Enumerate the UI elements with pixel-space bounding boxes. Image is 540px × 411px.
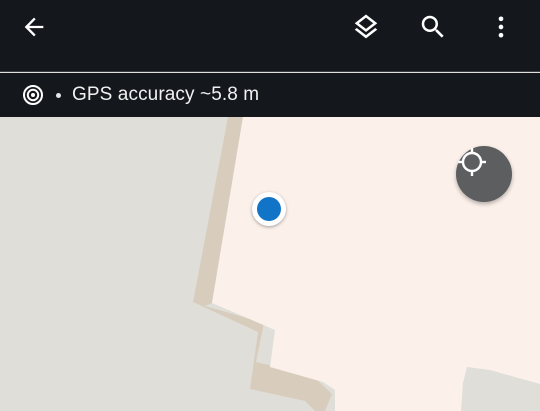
search-button[interactable]: [409, 3, 457, 51]
app-root: GPS accuracy ~5.8 m: [0, 0, 540, 411]
arrow-back-icon: [24, 17, 44, 37]
location-dot: [257, 197, 281, 221]
gps-accuracy-text: GPS accuracy ~5.8 m: [72, 84, 260, 105]
crosshair-icon: [458, 148, 486, 176]
more-options-button[interactable]: [477, 3, 525, 51]
gps-target-icon: [22, 84, 44, 106]
back-button[interactable]: [10, 3, 58, 51]
recenter-button[interactable]: [456, 146, 512, 202]
map-view[interactable]: [0, 117, 540, 411]
layers-icon: [354, 14, 378, 39]
current-location-marker: [252, 192, 286, 226]
top-toolbar: [0, 0, 540, 72]
search-icon: [421, 15, 444, 38]
gps-status-bar: GPS accuracy ~5.8 m: [0, 73, 540, 117]
layers-button[interactable]: [342, 3, 390, 51]
more-vert-icon: [498, 16, 504, 38]
separator-dot: [56, 92, 61, 98]
